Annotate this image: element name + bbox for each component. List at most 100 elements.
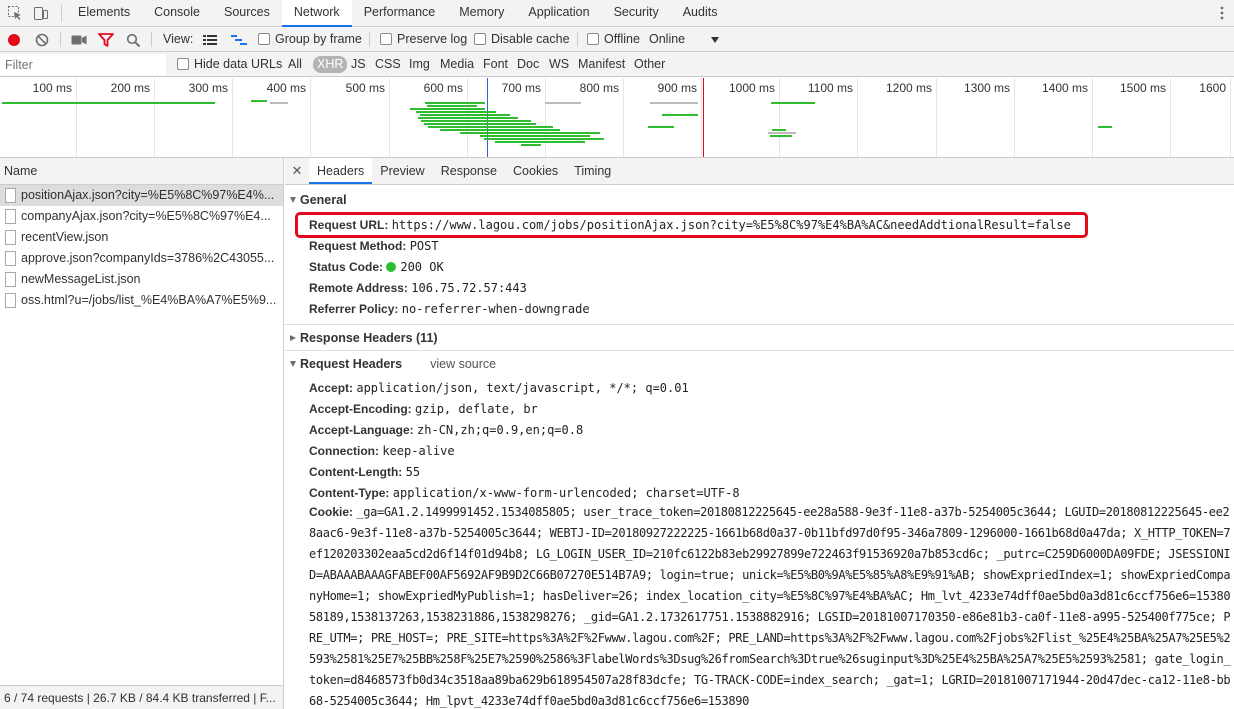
network-overview-timeline[interactable]: 100 ms 200 ms 300 ms 400 ms 500 ms 600 ms 700 … (0, 78, 1234, 158)
more-options-icon[interactable] (1220, 5, 1224, 21)
waterfall-bar (524, 132, 534, 134)
filter-type-xhr[interactable]: XHR (313, 56, 348, 73)
filter-type-media[interactable]: Media (437, 56, 477, 73)
request-row[interactable]: positionAjax.json?city=%E5%8C%97%E4%... (0, 185, 283, 206)
toolbar-separator (151, 32, 152, 47)
detail-tab-headers[interactable]: Headers (309, 158, 373, 184)
dropdown-arrow-icon[interactable] (711, 37, 719, 43)
filter-type-css[interactable]: CSS (372, 56, 404, 73)
devtools-tab-elements[interactable]: Elements (66, 0, 142, 26)
request-header-row: Content-Type: application/x-www-form-url… (309, 486, 740, 500)
file-icon (5, 188, 16, 203)
request-row[interactable]: companyAjax.json?city=%E5%8C%97%E4... (0, 206, 283, 227)
throttling-select[interactable]: Online (649, 27, 685, 52)
waterfall-bar (421, 120, 531, 122)
timeline-gridline (154, 78, 155, 157)
preserve-log-checkbox[interactable]: Preserve log (380, 27, 467, 52)
request-name: oss.html?u=/jobs/list_%E4%BA%A7%E5%9... (21, 293, 277, 307)
offline-checkbox[interactable]: Offline (587, 27, 640, 52)
devtools-tab-console[interactable]: Console (142, 0, 212, 26)
request-headers-toggle[interactable]: Request Headers view source (290, 357, 496, 371)
large-rows-icon[interactable] (203, 34, 217, 46)
disable-cache-checkbox[interactable]: Disable cache (474, 27, 570, 52)
expand-triangle-icon (290, 361, 296, 367)
request-header-row: Content-Length: 55 (309, 465, 420, 479)
cookie-value: _ga=GA1.2.1499991452.1534085805; user_tr… (309, 505, 1231, 708)
filter-icon[interactable] (98, 33, 114, 47)
waterfall-overview-icon[interactable] (231, 33, 247, 47)
request-row[interactable]: approve.json?companyIds=3786%2C43055... (0, 248, 283, 269)
devtools-tab-security[interactable]: Security (602, 0, 671, 26)
waterfall-bar (425, 102, 485, 104)
timeline-tick-label: 1200 ms (885, 81, 932, 95)
checkbox[interactable] (474, 33, 486, 45)
filter-type-ws[interactable]: WS (546, 56, 572, 73)
request-url-label: Request URL: (309, 218, 389, 232)
inspect-element-icon[interactable] (7, 5, 23, 21)
filter-type-all[interactable]: All (285, 56, 305, 73)
general-title: General (300, 193, 347, 207)
remote-address-row: Remote Address: 106.75.72.57:443 (309, 281, 527, 295)
devtools-tab-application[interactable]: Application (516, 0, 601, 26)
search-icon[interactable] (126, 33, 141, 48)
request-header-row: Accept-Encoding: gzip, deflate, br (309, 402, 538, 416)
waterfall-bar (2, 102, 215, 104)
filter-type-font[interactable]: Font (480, 56, 511, 73)
detail-tab-timing[interactable]: Timing (566, 158, 619, 184)
filter-type-img[interactable]: Img (406, 56, 433, 73)
filter-type-doc[interactable]: Doc (514, 56, 542, 73)
close-icon[interactable]: ✕ (285, 158, 309, 184)
filter-input[interactable] (0, 54, 166, 75)
header-key: Accept-Language: (309, 423, 414, 437)
detail-tab-response[interactable]: Response (433, 158, 505, 184)
waterfall-bar (521, 144, 541, 146)
waterfall-bar (424, 123, 536, 125)
request-row[interactable]: oss.html?u=/jobs/list_%E4%BA%A7%E5%9... (0, 290, 283, 311)
response-headers-title: Response Headers (11) (300, 331, 438, 345)
waterfall-bar (770, 135, 792, 137)
checkbox[interactable] (177, 58, 189, 70)
group-by-frame-checkbox[interactable]: Group by frame (258, 27, 362, 52)
timeline-tick-label: 1600 (1199, 81, 1226, 95)
checkbox[interactable] (258, 33, 270, 45)
request-row[interactable]: recentView.json (0, 227, 283, 248)
capture-screenshots-icon[interactable] (71, 34, 87, 46)
request-url-value: https://www.lagou.com/jobs/positionAjax.… (391, 218, 1071, 232)
clear-icon[interactable] (35, 33, 49, 47)
response-headers-toggle[interactable]: Response Headers (11) (290, 331, 438, 345)
devtools-tab-memory[interactable]: Memory (447, 0, 516, 26)
filter-type-other[interactable]: Other (631, 56, 668, 73)
devtools-tab-performance[interactable]: Performance (352, 0, 448, 26)
throttling-value: Online (649, 32, 686, 46)
request-row[interactable]: newMessageList.json (0, 269, 283, 290)
waterfall-bar (495, 141, 585, 143)
waterfall-bar (410, 108, 485, 110)
devtools-tab-sources[interactable]: Sources (212, 0, 282, 26)
filter-type-js[interactable]: JS (348, 56, 369, 73)
timeline-gridline (545, 78, 546, 157)
waterfall-bar (418, 117, 518, 119)
device-toolbar-icon[interactable] (33, 5, 49, 21)
hide-data-urls-checkbox[interactable]: Hide data URLs (177, 52, 282, 77)
checkbox[interactable] (380, 33, 392, 45)
name-column-header[interactable]: Name (0, 158, 283, 185)
header-key: Accept-Encoding: (309, 402, 412, 416)
file-icon (5, 209, 16, 224)
waterfall-bar (650, 102, 698, 104)
record-icon[interactable] (7, 33, 21, 47)
request-name: companyAjax.json?city=%E5%8C%97%E4... (21, 209, 271, 223)
network-toolbar: View: Group by frame Preserve log Disabl… (0, 27, 1234, 52)
waterfall-bar (545, 102, 581, 104)
detail-tab-preview[interactable]: Preview (372, 158, 432, 184)
toolbar-separator (577, 32, 578, 47)
request-name: newMessageList.json (21, 272, 141, 286)
devtools-tab-audits[interactable]: Audits (671, 0, 730, 26)
timeline-tick-label: 700 ms (501, 81, 541, 95)
general-section-toggle[interactable]: General (290, 193, 347, 207)
detail-tab-cookies[interactable]: Cookies (505, 158, 566, 184)
filter-type-manifest[interactable]: Manifest (575, 56, 628, 73)
view-source-link[interactable]: view source (430, 357, 496, 371)
checkbox[interactable] (587, 33, 599, 45)
devtools-tab-network[interactable]: Network (281, 0, 352, 27)
file-icon (5, 293, 16, 308)
